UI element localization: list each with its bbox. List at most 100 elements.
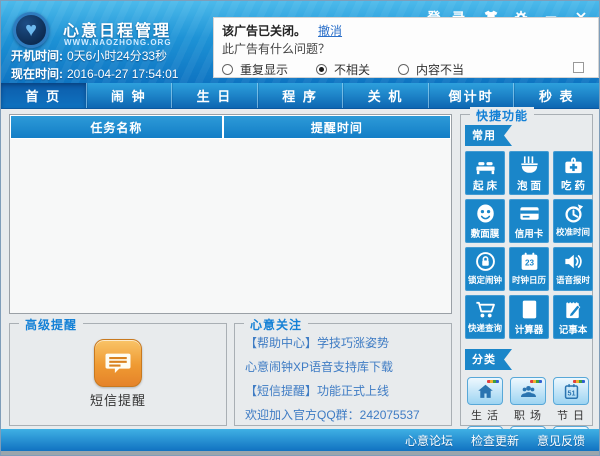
radio-irrelevant-selected[interactable] (316, 64, 328, 75)
tab-alarm[interactable]: 闹 钟 (87, 83, 173, 108)
shortcut-label: 泡 面 (517, 180, 541, 192)
current-time-value: 2016-04-27 17:54:01 (67, 67, 179, 81)
boot-time-line: 开机时间: 0天6小时24分33秒 (11, 47, 167, 64)
sms-bubble-icon (103, 348, 133, 378)
shortcut-label: 吃 药 (561, 180, 585, 192)
focus-item[interactable]: 欢迎加入官方QQ群：242075537 (235, 402, 451, 426)
footer-link-forum[interactable]: 心意论坛 (405, 432, 453, 449)
focus-list: 【帮助中心】学技巧涨姿势 心意闹钟XP语音支持库下载 【短信提醒】功能正式上线 欢迎加… (235, 330, 451, 426)
noodles-icon (518, 151, 541, 177)
folder-frame (467, 377, 503, 405)
shortcut-wake-up[interactable]: 起 床 (465, 151, 505, 195)
cart-icon (474, 295, 497, 321)
quick-functions-panel: 快捷功能 常用 起 床 泡 面 吃 药敷面膜 信用卡 校准时间锁定闹钟 23 时钟日历 语音报… (460, 107, 593, 454)
shortcut-instant-noodles[interactable]: 泡 面 (509, 151, 549, 195)
category-label: 职 场 (513, 410, 543, 422)
current-time-line: 现在时间: 2016-04-27 17:54:01 (11, 65, 178, 82)
nav-tabs: 首 页闹 钟生 日程 序关 机倒计时秒 表 (1, 83, 599, 109)
tab-home[interactable]: 首 页 (1, 83, 87, 108)
shortcut-clock-calendar[interactable]: 23 时钟日历 (509, 247, 549, 291)
task-table-header: 任务名称 提醒时间 (10, 115, 451, 139)
radio-repeat-display[interactable] (222, 64, 233, 75)
footer-link-check-update[interactable]: 检查更新 (471, 432, 519, 449)
svg-text:23: 23 (524, 259, 534, 268)
ad-option-label: 重复显示 (240, 63, 289, 77)
shortcut-label: 快递查询 (467, 323, 502, 333)
shortcut-calibrate-time[interactable]: 校准时间 (553, 199, 593, 243)
home-icon (476, 382, 495, 401)
category-tag: 分类 (465, 349, 512, 370)
ad-undo-link[interactable]: 撤消 (318, 24, 342, 38)
app-logo-heart-clock-icon: ♥ (13, 12, 49, 48)
notebook-icon (562, 295, 585, 321)
ad-option-label: 内容不当 (416, 63, 465, 77)
focus-panel-title: 心意关注 (244, 316, 309, 333)
shortcut-express-query[interactable]: 快递查询 (465, 295, 505, 339)
folder-frame: 51 (553, 377, 589, 405)
tab-countdown[interactable]: 倒计时 (429, 83, 515, 108)
quick-functions-title: 快捷功能 (470, 107, 535, 124)
shortcut-face-mask[interactable]: 敷面膜 (465, 199, 505, 243)
ad-option-repeat-display[interactable]: 重复显示 (222, 61, 288, 78)
tab-birthday[interactable]: 生 日 (172, 83, 258, 108)
sms-reminder-button[interactable] (94, 339, 142, 387)
shortcut-calculator[interactable]: 计算器 (509, 295, 549, 339)
app-window: ♥ 心意日程管理 WWW.NAOZHONG.ORG 开机时间: 0天6小时24分3… (0, 0, 600, 456)
shortcut-label: 时钟日历 (511, 275, 546, 285)
ad-feedback-panel: 该广告已关闭。 撤消 此广告有什么问题？ 重复显示 不相关 内容不当 (213, 17, 599, 78)
category-holiday[interactable]: 51 节 日 (550, 377, 592, 423)
common-tag: 常用 (465, 125, 512, 146)
shortcut-label: 起 床 (473, 180, 497, 192)
bed-icon (474, 151, 497, 177)
category-label: 节 日 (556, 410, 586, 422)
window-bottom-border (1, 451, 599, 455)
svg-text:51: 51 (567, 389, 575, 397)
ad-question: 此广告有什么问题？ (222, 42, 331, 56)
calibrate-time-icon (562, 199, 585, 225)
ad-option-inappropriate[interactable]: 内容不当 (398, 61, 464, 78)
shortcut-label: 校准时间 (555, 227, 590, 237)
credit-card-icon (518, 199, 541, 225)
ad-closed-text: 该广告已关闭。 撤消 (222, 24, 343, 38)
focus-item[interactable]: 心意闹钟XP语音支持库下载 (235, 354, 451, 378)
calculator-icon (518, 295, 541, 321)
shortcut-grid: 起 床 泡 面 吃 药敷面膜 信用卡 校准时间锁定闹钟 23 时钟日历 语音报时快递查询 计算器… (461, 151, 593, 339)
tab-shutdown[interactable]: 关 机 (343, 83, 429, 108)
ad-corner-box[interactable] (573, 62, 584, 73)
tab-stopwatch[interactable]: 秒 表 (514, 83, 599, 108)
radio-inappropriate[interactable] (398, 64, 410, 75)
column-header-task-name[interactable]: 任务名称 (11, 116, 222, 138)
tab-program[interactable]: 程 序 (258, 83, 344, 108)
focus-panel: 心意关注 【帮助中心】学技巧涨姿势 心意闹钟XP语音支持库下载 【短信提醒】功能正式… (234, 316, 452, 426)
column-header-remind-time[interactable]: 提醒时间 (223, 116, 450, 138)
boot-time-value: 0天6小时24分33秒 (67, 49, 168, 63)
task-table: 任务名称 提醒时间 (9, 114, 452, 314)
shortcut-label: 锁定闹钟 (467, 275, 502, 285)
holiday-calendar-icon: 51 (562, 382, 581, 401)
shortcut-lock-alarm[interactable]: 锁定闹钟 (465, 247, 505, 291)
category-workplace[interactable]: 职 场 (507, 377, 549, 423)
boot-time-label: 开机时间: (11, 49, 63, 63)
app-subtitle-url: WWW.NAOZHONG.ORG (64, 38, 172, 47)
ad-option-irrelevant[interactable]: 不相关 (316, 61, 370, 78)
medkit-icon (562, 151, 585, 177)
shortcut-label: 敷面膜 (470, 229, 500, 240)
shortcut-label: 记事本 (558, 325, 588, 336)
advanced-reminder-panel: 高级提醒 短信提醒 (9, 316, 227, 426)
footer-bar: 心意论坛 检查更新 意见反馈 (1, 429, 599, 451)
shortcut-voice-time[interactable]: 语音报时 (553, 247, 593, 291)
focus-item[interactable]: 【短信提醒】功能正式上线 (235, 378, 451, 402)
focus-item[interactable]: 【帮助中心】学技巧涨姿势 (235, 330, 451, 354)
task-table-body[interactable] (10, 139, 451, 311)
category-life[interactable]: 生 活 (464, 377, 506, 423)
shortcut-notepad[interactable]: 记事本 (553, 295, 593, 339)
shortcut-take-medicine[interactable]: 吃 药 (553, 151, 593, 195)
footer-link-feedback[interactable]: 意见反馈 (537, 432, 585, 449)
shortcut-label: 计算器 (514, 325, 544, 336)
shortcut-credit-card[interactable]: 信用卡 (509, 199, 549, 243)
mask-icon (474, 199, 497, 225)
advanced-reminder-title: 高级提醒 (19, 316, 84, 333)
lock-icon (474, 247, 497, 273)
current-time-label: 现在时间: (11, 67, 63, 81)
folder-frame (510, 377, 546, 405)
